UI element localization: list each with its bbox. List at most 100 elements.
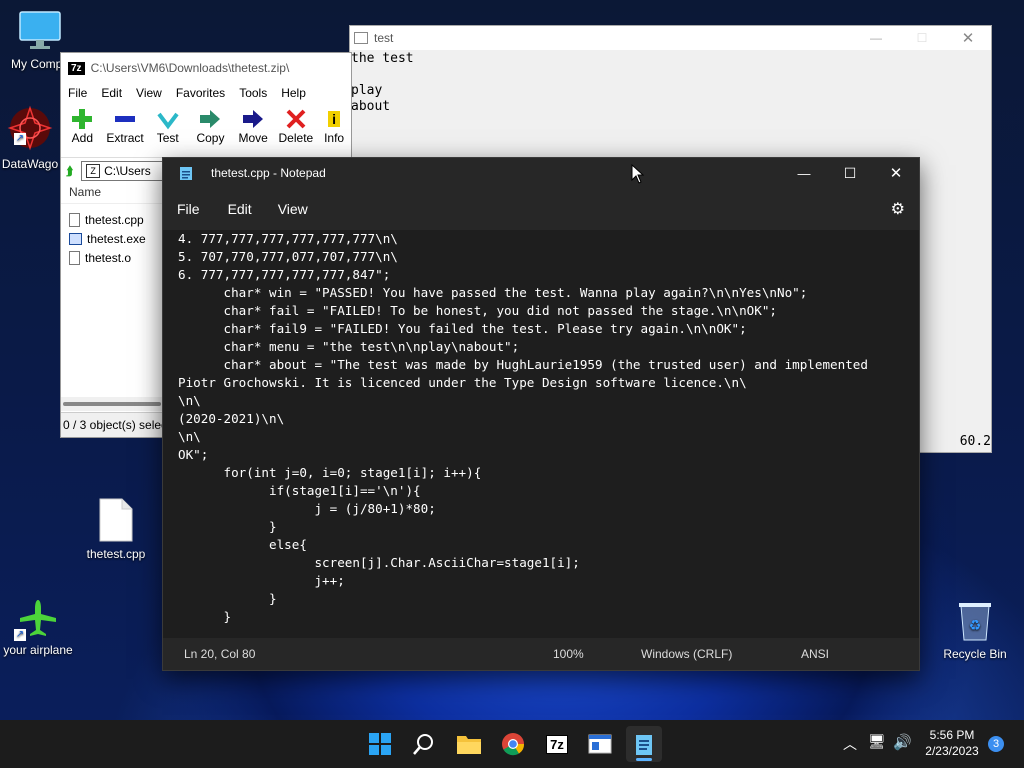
extract-label: Extract bbox=[106, 131, 144, 145]
menu-file[interactable]: File bbox=[61, 86, 94, 100]
close-icon[interactable]: ✕ bbox=[945, 29, 991, 47]
menu-view[interactable]: View bbox=[278, 201, 308, 217]
encoding: ANSI bbox=[801, 647, 830, 661]
scrollbar-thumb[interactable] bbox=[63, 402, 161, 406]
7zip-title-path: C:\Users\VM6\Downloads\thetest.zip\ bbox=[90, 61, 290, 75]
menu-tools[interactable]: Tools bbox=[232, 86, 274, 100]
window-app-icon bbox=[588, 734, 612, 754]
menu-favorites[interactable]: Favorites bbox=[169, 86, 232, 100]
desktop-icon-your-airplane[interactable]: ↗ your airplane bbox=[0, 598, 78, 657]
notepad-icon bbox=[636, 735, 652, 755]
move-label: Move bbox=[238, 131, 268, 145]
move-arrow-icon bbox=[243, 110, 264, 128]
file-name: thetest.exe bbox=[87, 231, 146, 246]
search-icon bbox=[413, 734, 433, 755]
delete-button[interactable]: Delete bbox=[275, 107, 318, 145]
minimize-icon[interactable]: — bbox=[781, 166, 827, 181]
copy-label: Copy bbox=[196, 131, 225, 145]
info-button[interactable]: i Info bbox=[317, 107, 351, 145]
search-button[interactable] bbox=[406, 726, 442, 762]
notification-badge[interactable]: 3 bbox=[988, 736, 1004, 752]
plus-icon bbox=[72, 109, 93, 129]
app-window-button[interactable] bbox=[582, 726, 618, 762]
volume-icon[interactable]: 🔊 bbox=[893, 733, 912, 751]
desktop-icon-label: thetest.cpp bbox=[86, 547, 146, 561]
shortcut-arrow-icon: ↗ bbox=[14, 133, 26, 145]
up-folder-icon[interactable]: ⮭ bbox=[66, 164, 73, 179]
minimize-icon[interactable]: — bbox=[853, 31, 899, 45]
windows-start-icon bbox=[369, 733, 391, 755]
desktop-icon-recycle-bin[interactable]: ♻ Recycle Bin bbox=[935, 598, 1015, 661]
desktop-icon-thetest-cpp[interactable]: thetest.cpp bbox=[76, 498, 156, 561]
clock[interactable]: 5:56 PM 2/23/2023 bbox=[920, 727, 984, 759]
active-indicator bbox=[636, 758, 652, 761]
maximize-icon[interactable]: ☐ bbox=[899, 31, 945, 45]
console-line: play bbox=[351, 83, 383, 98]
menu-file[interactable]: File bbox=[177, 201, 200, 217]
recycle-bin-icon: ♻ bbox=[959, 603, 991, 641]
svg-text:♻: ♻ bbox=[969, 618, 982, 634]
desktop-icon-label: your airplane bbox=[3, 643, 73, 657]
console-app-icon bbox=[354, 32, 368, 44]
menu-edit[interactable]: Edit bbox=[94, 86, 129, 100]
chrome-button[interactable] bbox=[495, 726, 531, 762]
shortcut-arrow-icon: ↗ bbox=[14, 629, 26, 641]
7zip-titlebar[interactable]: 7z C:\Users\VM6\Downloads\thetest.zip\ bbox=[61, 53, 351, 83]
editor-content[interactable]: 4. 777,777,777,777,777,777\n\ 5. 707,770… bbox=[163, 230, 919, 626]
console-corner-value: 60.2 bbox=[959, 434, 991, 449]
copy-button[interactable]: Copy bbox=[189, 107, 232, 145]
close-icon[interactable]: ✕ bbox=[873, 164, 919, 182]
file-icon bbox=[99, 498, 133, 542]
7zip-taskbar-button[interactable]: 7z bbox=[539, 726, 575, 762]
7zip-toolbar: Add Extract Test Copy Move Delete i Info bbox=[61, 103, 351, 157]
notepad-taskbar-button[interactable] bbox=[626, 726, 662, 762]
console-line: about bbox=[351, 99, 391, 114]
document-icon bbox=[69, 250, 80, 265]
console-titlebar[interactable]: test — ☐ ✕ bbox=[350, 26, 991, 50]
cursor-position: Ln 20, Col 80 bbox=[184, 647, 256, 661]
mouse-cursor-icon bbox=[631, 164, 645, 184]
text-editor[interactable]: 4. 777,777,777,777,777,777\n\ 5. 707,770… bbox=[163, 230, 919, 638]
info-icon: i bbox=[328, 111, 341, 127]
file-explorer-icon bbox=[457, 736, 481, 754]
maximize-icon[interactable]: ☐ bbox=[827, 165, 873, 182]
minus-icon bbox=[115, 116, 136, 122]
chrome-icon bbox=[502, 733, 525, 756]
copy-arrow-icon bbox=[200, 110, 221, 128]
settings-gear-icon[interactable]: ⚙ bbox=[891, 199, 905, 219]
show-hidden-icons-chevron-icon[interactable]: ︿ bbox=[843, 734, 857, 754]
console-line: the test bbox=[351, 51, 414, 66]
info-label: Info bbox=[324, 131, 345, 145]
file-explorer-button[interactable] bbox=[451, 726, 487, 762]
add-label: Add bbox=[71, 131, 94, 145]
monitor-icon bbox=[19, 11, 61, 49]
zoom-level: 100% bbox=[553, 647, 584, 661]
7zip-icon: 7z bbox=[546, 734, 568, 754]
delete-x-icon bbox=[286, 109, 306, 129]
drive-icon: Z bbox=[86, 164, 101, 178]
address-text: C:\Users bbox=[104, 164, 151, 178]
add-button[interactable]: Add bbox=[61, 107, 104, 145]
file-name: thetest.cpp bbox=[85, 212, 144, 227]
console-title: test bbox=[374, 31, 394, 45]
network-icon[interactable]: 🖥 bbox=[868, 734, 886, 750]
7zip-app-icon: 7z bbox=[68, 61, 85, 75]
move-button[interactable]: Move bbox=[232, 107, 275, 145]
menu-edit[interactable]: Edit bbox=[228, 201, 252, 217]
delete-label: Delete bbox=[278, 131, 314, 145]
menu-help[interactable]: Help bbox=[274, 86, 313, 100]
executable-icon bbox=[69, 232, 82, 245]
line-ending: Windows (CRLF) bbox=[641, 647, 733, 661]
taskbar: 7z ︿ 🖥 🔊 5:56 PM 2/23/2023 3 bbox=[0, 720, 1024, 768]
extract-button[interactable]: Extract bbox=[104, 107, 147, 145]
check-icon bbox=[157, 112, 179, 130]
start-button[interactable] bbox=[362, 726, 398, 762]
notepad-menubar: File Edit View ⚙ bbox=[163, 188, 919, 230]
test-button[interactable]: Test bbox=[146, 107, 189, 145]
menu-view[interactable]: View bbox=[129, 86, 169, 100]
notepad-titlebar[interactable]: thetest.cpp - Notepad — ☐ ✕ bbox=[163, 158, 919, 188]
notepad-window[interactable]: thetest.cpp - Notepad — ☐ ✕ File Edit Vi… bbox=[162, 157, 920, 671]
document-icon bbox=[69, 212, 80, 227]
desktop-icon-label: Recycle Bin bbox=[943, 647, 1007, 661]
